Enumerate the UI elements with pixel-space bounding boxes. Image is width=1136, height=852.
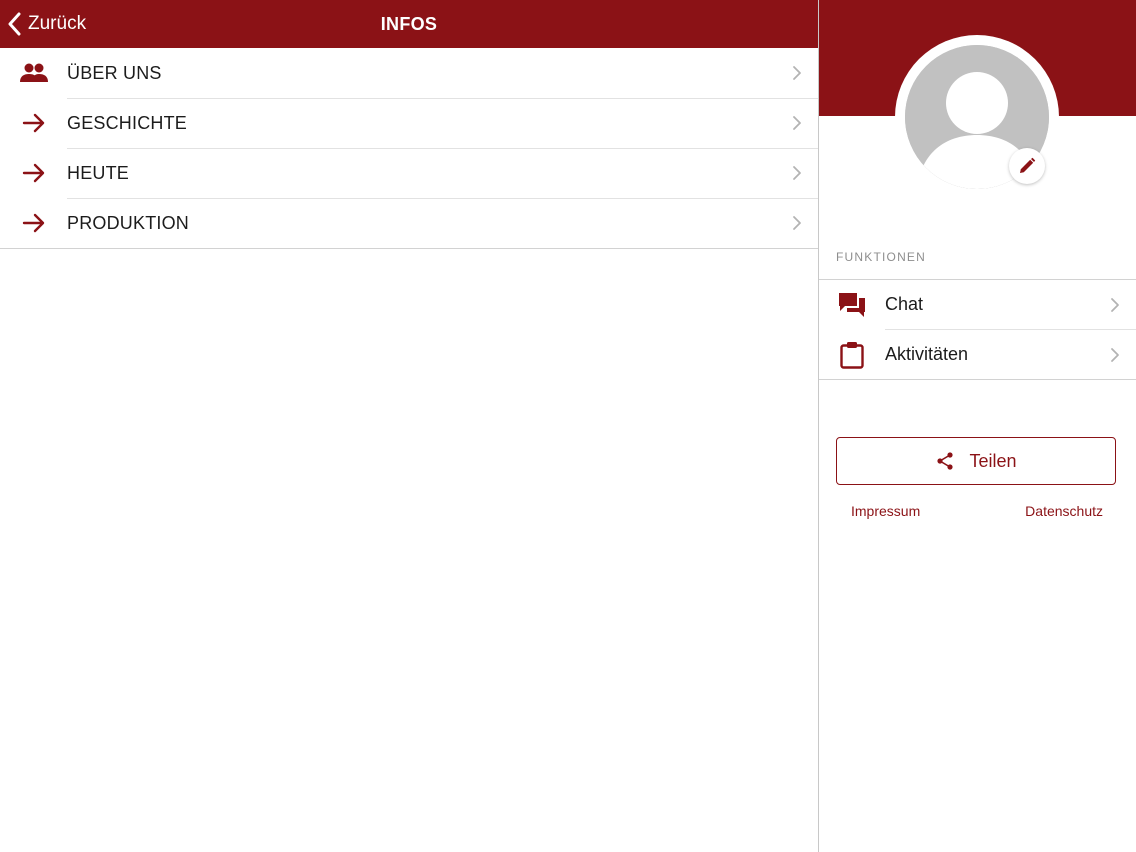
function-item-label: Chat bbox=[885, 294, 924, 314]
people-icon bbox=[17, 60, 51, 86]
arrow-right-icon bbox=[17, 160, 51, 186]
share-button[interactable]: Teilen bbox=[836, 437, 1116, 485]
chevron-right-icon bbox=[1111, 297, 1119, 312]
menu-item-label: PRODUKTION bbox=[67, 212, 190, 233]
function-item-aktivitaeten[interactable]: Aktivitäten bbox=[840, 329, 1136, 379]
menu-item-heute[interactable]: HEUTE bbox=[0, 148, 818, 198]
menu-item-geschichte[interactable]: GESCHICHTE bbox=[0, 98, 818, 148]
pencil-icon bbox=[1020, 157, 1036, 173]
section-title-funktionen: FUNKTIONEN bbox=[836, 250, 926, 264]
chevron-right-icon bbox=[793, 66, 801, 80]
chevron-right-icon bbox=[793, 166, 801, 180]
menu-item-label: HEUTE bbox=[67, 162, 130, 183]
main-pane: Zurück INFOS ÜBER UNS GESCHICHTE HEUTE P… bbox=[0, 0, 818, 852]
function-item-label: Aktivitäten bbox=[885, 344, 969, 364]
chevron-right-icon bbox=[793, 116, 801, 130]
share-button-label: Teilen bbox=[969, 450, 1017, 471]
clipboard-icon bbox=[836, 341, 868, 369]
info-menu-list: ÜBER UNS GESCHICHTE HEUTE PRODUKTION bbox=[0, 48, 818, 249]
menu-item-label: GESCHICHTE bbox=[67, 112, 188, 133]
impressum-link[interactable]: Impressum bbox=[851, 503, 920, 519]
back-button[interactable]: Zurück bbox=[8, 10, 86, 38]
back-label: Zurück bbox=[28, 13, 87, 34]
chevron-left-icon bbox=[8, 12, 21, 36]
chevron-right-icon bbox=[793, 216, 801, 230]
arrow-right-icon bbox=[17, 210, 51, 236]
page-title: INFOS bbox=[380, 14, 438, 34]
app: Zurück INFOS ÜBER UNS GESCHICHTE HEUTE P… bbox=[0, 0, 1136, 852]
datenschutz-link[interactable]: Datenschutz bbox=[1025, 503, 1103, 519]
navbar: Zurück INFOS bbox=[0, 0, 818, 48]
menu-item-label: ÜBER UNS bbox=[67, 62, 162, 83]
menu-item-produktion[interactable]: PRODUKTION bbox=[0, 198, 818, 248]
chat-icon bbox=[836, 291, 868, 319]
profile-pane: FUNKTIONEN Chat Aktivitäten Teilen Impre… bbox=[819, 0, 1136, 852]
arrow-right-icon bbox=[17, 110, 51, 136]
edit-avatar-button[interactable] bbox=[1009, 148, 1045, 184]
functions-list: Chat Aktivitäten bbox=[819, 279, 1136, 380]
share-icon bbox=[937, 452, 954, 470]
function-item-chat[interactable]: Chat bbox=[819, 280, 1136, 329]
chevron-right-icon bbox=[1111, 347, 1119, 362]
menu-item-ueber-uns[interactable]: ÜBER UNS bbox=[0, 48, 818, 98]
